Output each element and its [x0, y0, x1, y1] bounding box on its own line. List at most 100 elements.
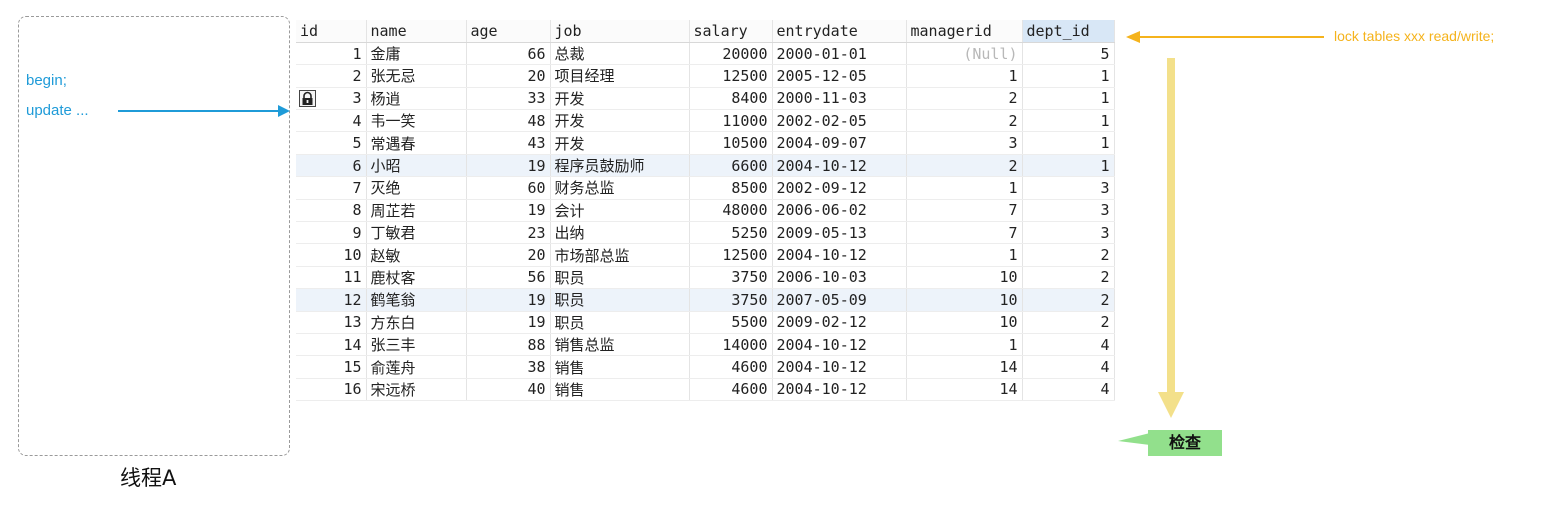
- cell-id[interactable]: 10: [296, 243, 367, 267]
- cell-salary[interactable]: 12500: [689, 64, 773, 88]
- cell-age[interactable]: 66: [466, 42, 551, 66]
- cell-entrydate[interactable]: 2000-11-03: [772, 87, 907, 111]
- cell-age[interactable]: 33: [466, 87, 551, 111]
- cell-salary[interactable]: 4600: [689, 355, 773, 379]
- cell-id[interactable]: 4: [296, 109, 367, 133]
- cell-age[interactable]: 19: [466, 288, 551, 312]
- cell-dept-id[interactable]: 2: [1022, 243, 1115, 267]
- cell-managerid[interactable]: 2: [906, 87, 1023, 111]
- cell-dept-id[interactable]: 3: [1022, 199, 1115, 223]
- column-header-salary[interactable]: salary: [689, 20, 773, 43]
- cell-salary[interactable]: 20000: [689, 42, 773, 66]
- cell-job[interactable]: 出纳: [550, 221, 690, 245]
- cell-salary[interactable]: 48000: [689, 199, 773, 223]
- cell-job[interactable]: 总裁: [550, 42, 690, 66]
- cell-entrydate[interactable]: 2004-10-12: [772, 243, 907, 267]
- cell-name[interactable]: 方东白: [366, 311, 467, 334]
- table-row[interactable]: 15 俞莲舟 38 销售 4600 2004-10-12 14 4: [296, 355, 1115, 379]
- cell-salary[interactable]: 10500: [689, 131, 773, 155]
- cell-age[interactable]: 40: [466, 378, 551, 402]
- table-row[interactable]: 6 小昭 19 程序员鼓励师 6600 2004-10-12 2 1: [296, 154, 1115, 178]
- cell-job[interactable]: 销售总监: [550, 333, 690, 357]
- cell-job[interactable]: 职员: [550, 311, 690, 334]
- cell-name[interactable]: 张无忌: [366, 64, 467, 88]
- cell-age[interactable]: 43: [466, 131, 551, 155]
- cell-managerid[interactable]: 10: [906, 311, 1023, 334]
- cell-age[interactable]: 23: [466, 221, 551, 245]
- cell-salary[interactable]: 5500: [689, 311, 773, 334]
- cell-dept-id[interactable]: 3: [1022, 176, 1115, 200]
- cell-managerid[interactable]: (Null): [906, 42, 1023, 66]
- cell-name[interactable]: 韦一笑: [366, 109, 467, 133]
- cell-name[interactable]: 周芷若: [366, 199, 467, 223]
- cell-managerid[interactable]: 14: [906, 378, 1023, 402]
- cell-dept-id[interactable]: 4: [1022, 378, 1115, 402]
- cell-entrydate[interactable]: 2004-10-12: [772, 355, 907, 379]
- cell-id[interactable]: 16: [296, 378, 367, 402]
- cell-salary[interactable]: 8400: [689, 87, 773, 111]
- table-row[interactable]: 3 杨逍 33 开发 8400 2000-11-03 2 1: [296, 87, 1115, 111]
- cell-salary[interactable]: 4600: [689, 378, 773, 402]
- table-row[interactable]: 14 张三丰 88 销售总监 14000 2004-10-12 1 4: [296, 333, 1115, 357]
- cell-entrydate[interactable]: 2009-05-13: [772, 221, 907, 245]
- cell-managerid[interactable]: 1: [906, 243, 1023, 267]
- cell-age[interactable]: 19: [466, 199, 551, 223]
- table-row[interactable]: 7 灭绝 60 财务总监 8500 2002-09-12 1 3: [296, 176, 1115, 200]
- cell-entrydate[interactable]: 2006-06-02: [772, 199, 907, 223]
- cell-name[interactable]: 宋远桥: [366, 378, 467, 402]
- cell-age[interactable]: 38: [466, 355, 551, 379]
- cell-entrydate[interactable]: 2006-10-03: [772, 266, 907, 290]
- cell-job[interactable]: 市场部总监: [550, 243, 690, 267]
- table-row[interactable]: 9 丁敏君 23 出纳 5250 2009-05-13 7 3: [296, 221, 1115, 245]
- cell-id[interactable]: 8: [296, 199, 367, 223]
- cell-salary[interactable]: 5250: [689, 221, 773, 245]
- cell-name[interactable]: 赵敏: [366, 243, 467, 267]
- cell-age[interactable]: 19: [466, 154, 551, 178]
- cell-entrydate[interactable]: 2004-10-12: [772, 378, 907, 402]
- cell-dept-id[interactable]: 1: [1022, 131, 1115, 155]
- cell-managerid[interactable]: 3: [906, 131, 1023, 155]
- cell-job[interactable]: 销售: [550, 355, 690, 379]
- cell-name[interactable]: 丁敏君: [366, 221, 467, 245]
- cell-id[interactable]: 5: [296, 131, 367, 155]
- cell-age[interactable]: 48: [466, 109, 551, 133]
- cell-id[interactable]: 9: [296, 221, 367, 245]
- cell-entrydate[interactable]: 2000-01-01: [772, 42, 907, 66]
- table-row[interactable]: 11 鹿杖客 56 职员 3750 2006-10-03 10 2: [296, 266, 1115, 290]
- cell-id[interactable]: 1: [296, 42, 367, 66]
- cell-dept-id[interactable]: 4: [1022, 355, 1115, 379]
- cell-age[interactable]: 19: [466, 311, 551, 334]
- cell-age[interactable]: 20: [466, 243, 551, 267]
- cell-age[interactable]: 56: [466, 266, 551, 290]
- table-row[interactable]: 10 赵敏 20 市场部总监 12500 2004-10-12 1 2: [296, 243, 1115, 267]
- cell-name[interactable]: 金庸: [366, 42, 467, 66]
- cell-managerid[interactable]: 1: [906, 176, 1023, 200]
- cell-managerid[interactable]: 7: [906, 221, 1023, 245]
- cell-id[interactable]: 11: [296, 266, 367, 290]
- cell-id[interactable]: 2: [296, 64, 367, 88]
- column-header-dept-id[interactable]: dept_id: [1022, 20, 1115, 43]
- cell-managerid[interactable]: 10: [906, 266, 1023, 290]
- table-row[interactable]: 5 常遇春 43 开发 10500 2004-09-07 3 1: [296, 131, 1115, 155]
- cell-salary[interactable]: 3750: [689, 288, 773, 312]
- cell-name[interactable]: 张三丰: [366, 333, 467, 357]
- cell-id[interactable]: 15: [296, 355, 367, 379]
- cell-managerid[interactable]: 14: [906, 355, 1023, 379]
- cell-job[interactable]: 会计: [550, 199, 690, 223]
- cell-salary[interactable]: 14000: [689, 333, 773, 357]
- table-row[interactable]: 4 韦一笑 48 开发 11000 2002-02-05 2 1: [296, 109, 1115, 133]
- cell-entrydate[interactable]: 2004-10-12: [772, 333, 907, 357]
- cell-dept-id[interactable]: 4: [1022, 333, 1115, 357]
- cell-job[interactable]: 项目经理: [550, 64, 690, 88]
- cell-id[interactable]: 7: [296, 176, 367, 200]
- table-row[interactable]: 1 金庸 66 总裁 20000 2000-01-01 (Null) 5: [296, 42, 1115, 66]
- cell-name[interactable]: 鹿杖客: [366, 266, 467, 290]
- cell-id[interactable]: 6: [296, 154, 367, 178]
- cell-id[interactable]: 13: [296, 311, 367, 334]
- cell-managerid[interactable]: 2: [906, 109, 1023, 133]
- cell-dept-id[interactable]: 2: [1022, 266, 1115, 290]
- cell-age[interactable]: 60: [466, 176, 551, 200]
- table-row[interactable]: 8 周芷若 19 会计 48000 2006-06-02 7 3: [296, 199, 1115, 223]
- column-header-id[interactable]: id: [296, 20, 367, 43]
- cell-entrydate[interactable]: 2004-09-07: [772, 131, 907, 155]
